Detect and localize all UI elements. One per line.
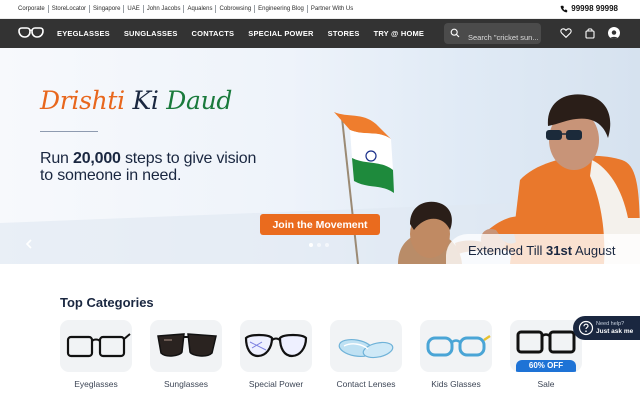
category-label: Special Power [248, 379, 304, 389]
link-cobrowsing[interactable]: Cobrowsing [216, 5, 256, 13]
link-corporate[interactable]: Corporate [18, 5, 49, 13]
help-line2: Just ask me [596, 328, 634, 335]
category-eyeglasses[interactable]: Eyeglasses [60, 320, 134, 389]
utility-bar: Corporate StoreLocator Singapore UAE Joh… [0, 0, 640, 19]
link-engineering-blog[interactable]: Engineering Blog [255, 5, 308, 13]
hero-title: Drishti Ki Daud [40, 86, 232, 115]
carousel-dot[interactable] [325, 243, 329, 247]
hero-subtitle-highlight: 20,000 [73, 150, 121, 167]
link-aqualens[interactable]: Aqualens [184, 5, 217, 13]
category-sunglasses[interactable]: Sunglasses [150, 320, 224, 389]
utility-links: Corporate StoreLocator Singapore UAE Joh… [18, 5, 356, 13]
category-label: Contact Lenses [336, 379, 396, 389]
nav-eyeglasses[interactable]: EYEGLASSES [57, 29, 110, 38]
link-uae[interactable]: UAE [124, 5, 144, 13]
help-chat-button[interactable]: Need help? Just ask me [573, 316, 640, 340]
link-john-jacobs[interactable]: John Jacobs [144, 5, 185, 13]
search-icon [450, 28, 460, 38]
category-special-power[interactable]: Special Power [240, 320, 314, 389]
heart-icon[interactable] [560, 27, 572, 39]
carousel-prev-arrow-icon[interactable] [23, 238, 35, 250]
carousel-dot[interactable] [309, 243, 313, 247]
phone-number: 99998 99998 [571, 4, 618, 13]
join-movement-button[interactable]: Join the Movement [260, 214, 380, 235]
hero-title-part3: Daud [166, 86, 233, 115]
hero-subtitle-pre: Run [40, 150, 73, 167]
top-categories-heading: Top Categories [60, 295, 154, 310]
user-avatar-icon[interactable] [608, 27, 620, 39]
carousel-dot[interactable] [317, 243, 321, 247]
hero-title-part2: Ki [132, 86, 159, 115]
shopping-bag-icon[interactable] [584, 27, 596, 39]
sunglasses-icon [157, 333, 217, 357]
carousel-next-arrow-icon[interactable] [604, 238, 616, 250]
extended-pre: Extended Till [468, 243, 547, 258]
kids-glasses-icon [426, 335, 491, 357]
nav-menu: EYEGLASSES SUNGLASSES CONTACTS SPECIAL P… [57, 19, 424, 48]
category-label: Sunglasses [164, 379, 208, 389]
hero-banner[interactable]: Drishti Ki Daud Run 20,000 steps to give… [0, 48, 640, 264]
link-singapore[interactable]: Singapore [90, 5, 125, 13]
category-label: Eyeglasses [74, 379, 118, 389]
search-input[interactable] [468, 31, 540, 43]
search-box[interactable] [444, 23, 541, 44]
nav-contacts[interactable]: CONTACTS [192, 29, 235, 38]
category-contact-lenses[interactable]: Contact Lenses [330, 320, 404, 389]
contact-lenses-icon [338, 338, 394, 359]
category-card [330, 320, 402, 372]
category-card [420, 320, 492, 372]
hero-divider [40, 131, 98, 132]
nav-try-at-home[interactable]: TRY @ HOME [374, 29, 425, 38]
phone-icon [560, 5, 568, 12]
carousel-dots [309, 243, 329, 247]
extended-date: 31st [546, 243, 573, 258]
nav-sunglasses[interactable]: SUNGLASSES [124, 29, 178, 38]
category-card: 60% OFF [510, 320, 582, 372]
link-store-locator[interactable]: StoreLocator [49, 5, 91, 13]
eyeglasses-icon [66, 333, 131, 358]
category-card [60, 320, 132, 372]
category-label: Kids Glasses [431, 379, 481, 389]
link-partner-with-us[interactable]: Partner With Us [308, 5, 356, 13]
phone-contact[interactable]: 99998 99998 [560, 4, 618, 13]
lenskart-glasses-logo[interactable] [18, 26, 44, 40]
category-card [240, 320, 312, 372]
hero-subtitle: Run 20,000 steps to give vision to someo… [40, 150, 260, 184]
nav-stores[interactable]: STORES [328, 29, 360, 38]
main-navigation: EYEGLASSES SUNGLASSES CONTACTS SPECIAL P… [0, 19, 640, 48]
special-power-glasses-icon [244, 333, 308, 358]
extended-deadline-text: Extended Till 31st August [468, 243, 615, 258]
nav-special-power[interactable]: SPECIAL POWER [248, 29, 313, 38]
category-card [150, 320, 222, 372]
category-label: Sale [537, 379, 555, 389]
sale-badge: 60% OFF [516, 360, 576, 372]
help-line1: Need help? [596, 321, 625, 327]
hero-title-part1: Drishti [40, 86, 125, 115]
category-kids-glasses[interactable]: Kids Glasses [420, 320, 494, 389]
question-mark-icon [578, 320, 594, 336]
